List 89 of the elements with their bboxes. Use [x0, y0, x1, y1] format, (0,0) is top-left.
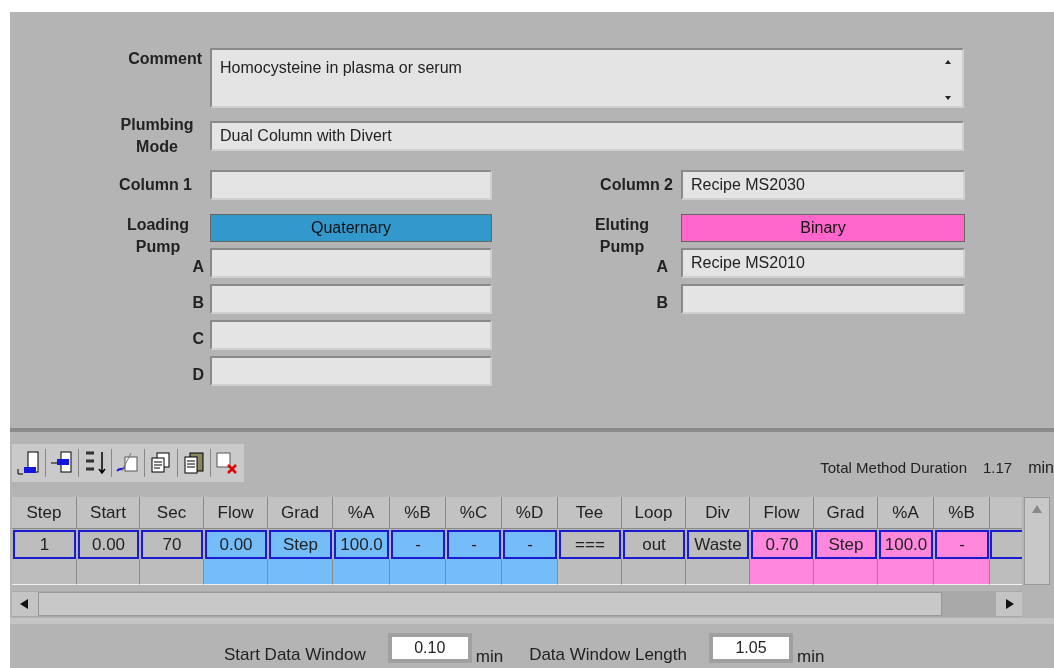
pump-type-indicator: Binary: [681, 214, 965, 242]
column-header[interactable]: Tee: [558, 497, 622, 529]
field-label: Plumbing Mode: [119, 115, 195, 157]
table-cell[interactable]: [878, 559, 934, 585]
column-header[interactable]: Flow: [750, 497, 814, 529]
table-cell[interactable]: -: [935, 530, 989, 559]
field-label: Comment: [128, 49, 202, 69]
table-cell[interactable]: [502, 559, 558, 585]
horizontal-scrollbar[interactable]: [12, 591, 1022, 617]
table-cell[interactable]: [558, 559, 622, 585]
scrollbar-thumb[interactable]: [38, 592, 942, 616]
text-field[interactable]: [210, 248, 492, 278]
table-cell[interactable]: out: [623, 530, 685, 559]
field-label: Eluting Pump: [593, 215, 651, 257]
column-header[interactable]: Loop: [622, 497, 686, 529]
text-field[interactable]: Recipe MS2030: [681, 170, 965, 200]
table-cell[interactable]: [750, 559, 814, 585]
table-cell[interactable]: -: [447, 530, 501, 559]
column-header[interactable]: Flow: [204, 497, 268, 529]
table-cell[interactable]: [333, 559, 390, 585]
column-header[interactable]: %A: [333, 497, 390, 529]
table-cell[interactable]: [204, 559, 268, 585]
table-cell[interactable]: 0.00: [205, 530, 267, 559]
table-cell[interactable]: Waste: [687, 530, 749, 559]
column-header[interactable]: %A: [878, 497, 934, 529]
text-field[interactable]: [210, 320, 492, 350]
table-cell[interactable]: [77, 559, 140, 585]
field-label: D: [192, 365, 204, 385]
paste-icon[interactable]: [181, 449, 207, 477]
number-field[interactable]: 0.10: [387, 633, 472, 663]
column-header[interactable]: %C: [446, 497, 502, 529]
unit-label: min: [475, 645, 504, 668]
table-cell[interactable]: 1: [13, 530, 76, 559]
data-window-label: Data Window Length: [529, 643, 687, 666]
table-cell[interactable]: 0.70: [751, 530, 813, 559]
column-header[interactable]: Div: [686, 497, 750, 529]
table-cell[interactable]: ===: [559, 530, 621, 559]
pump-type-indicator: Quaternary: [210, 214, 492, 242]
table-cell[interactable]: 70: [141, 530, 203, 559]
text-field[interactable]: [210, 170, 492, 200]
table-cell[interactable]: 100.0: [334, 530, 389, 559]
number-field[interactable]: 1.05: [708, 633, 793, 663]
table-cell[interactable]: -: [391, 530, 445, 559]
column-header[interactable]: %B: [934, 497, 990, 529]
table-cell[interactable]: [686, 559, 750, 585]
text-field[interactable]: [681, 284, 965, 314]
column-header[interactable]: Grad: [268, 497, 333, 529]
duration-unit: min: [1028, 458, 1054, 478]
data-window-label: Start Data Window: [224, 643, 366, 666]
scroll-up-arrow-icon[interactable]: [1031, 504, 1043, 514]
table-cell[interactable]: [814, 559, 878, 585]
table-cell[interactable]: 0.00: [78, 530, 139, 559]
table-cell[interactable]: [446, 559, 502, 585]
text-field[interactable]: Recipe MS2010: [681, 248, 965, 278]
text-field[interactable]: [210, 284, 492, 314]
comment-field[interactable]: Homocysteine in plasma or serum: [210, 48, 964, 108]
field-label: Column 1: [119, 175, 192, 195]
table-cell[interactable]: Step: [815, 530, 877, 559]
table-cell[interactable]: [990, 530, 1022, 559]
table-cell[interactable]: [934, 559, 990, 585]
field-label: A: [656, 257, 668, 277]
field-label: C: [192, 329, 204, 349]
column-header[interactable]: %D: [502, 497, 558, 529]
duration-value: 1.17: [983, 457, 1013, 478]
table-cell[interactable]: [140, 559, 204, 585]
field-label: B: [192, 293, 204, 313]
column-header[interactable]: Start: [77, 497, 140, 529]
text-field[interactable]: [210, 356, 492, 386]
table-cell[interactable]: 100.0: [879, 530, 933, 559]
column-header[interactable]: Step: [12, 497, 77, 529]
field-label: B: [656, 293, 668, 313]
scroll-arrows-icon[interactable]: [944, 58, 952, 102]
table-cell[interactable]: [622, 559, 686, 585]
field-label: Loading Pump: [125, 215, 191, 257]
table-cell[interactable]: Step: [269, 530, 332, 559]
column-header[interactable]: Grad: [814, 497, 878, 529]
insert-row-icon[interactable]: [16, 449, 42, 477]
table-cell[interactable]: [12, 559, 77, 585]
field-label: A: [192, 257, 204, 277]
duration-label: Total Method Duration: [820, 457, 967, 478]
unit-label: min: [796, 645, 825, 668]
table-cell[interactable]: [268, 559, 333, 585]
vertical-scrollbar[interactable]: [1024, 497, 1050, 585]
table-cell[interactable]: -: [503, 530, 557, 559]
field-label: Column 2: [600, 175, 673, 195]
column-header[interactable]: %B: [390, 497, 446, 529]
column-header[interactable]: Sec: [140, 497, 204, 529]
table-cell[interactable]: [390, 559, 446, 585]
text-field[interactable]: Dual Column with Divert: [210, 121, 964, 151]
